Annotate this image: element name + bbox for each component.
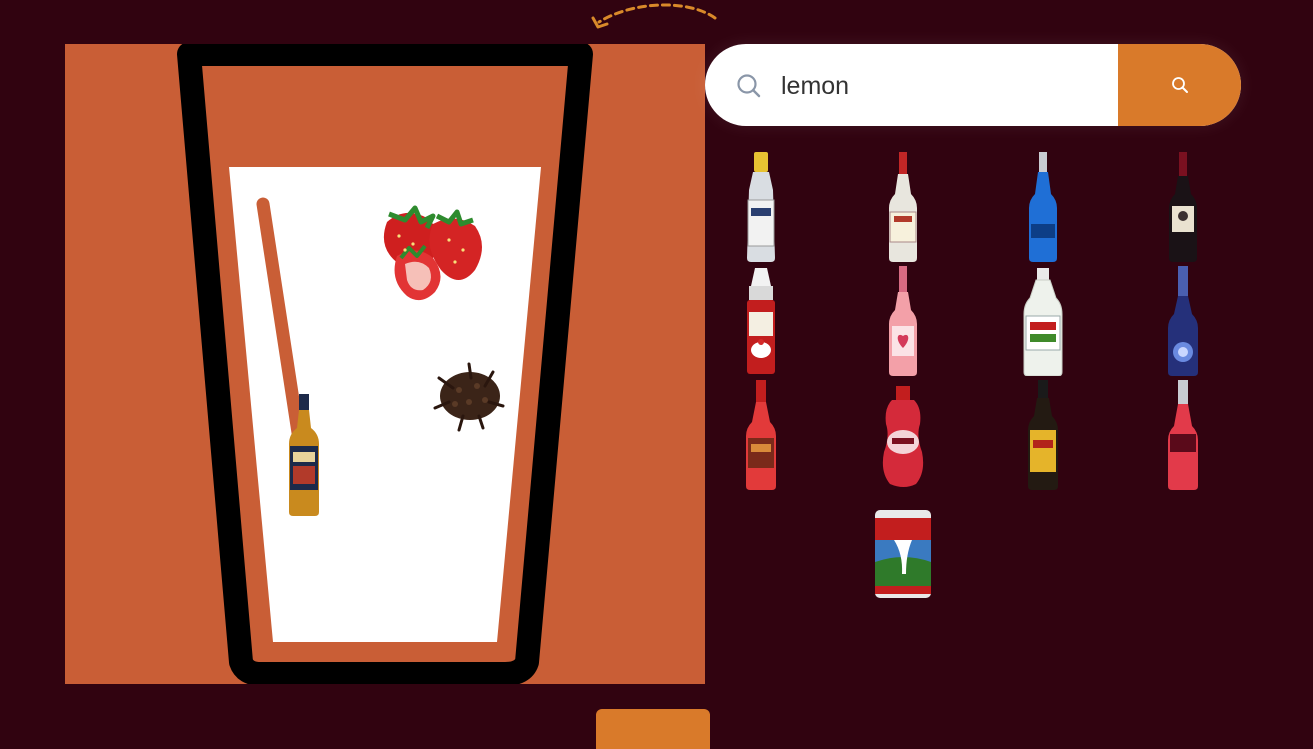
drink-canvas[interactable] (65, 44, 705, 684)
result-blue-curacao-bottle[interactable] (998, 150, 1088, 262)
result-whipped-cream-can[interactable] (716, 264, 806, 376)
result-vinegar-bottle[interactable] (998, 264, 1088, 376)
blue-liqueur-bottle-icon (1168, 266, 1198, 376)
cloves-ingredient[interactable] (429, 358, 511, 440)
strawberries-ingredient[interactable] (375, 200, 490, 305)
glass-illustration (177, 44, 593, 684)
red-syrup-bottle-icon (746, 380, 776, 490)
rose-wine-bottle-icon (889, 266, 917, 376)
condensed-milk-can-icon (875, 510, 931, 598)
blue-curacao-bottle-icon (1029, 152, 1057, 262)
search-icon (737, 74, 761, 98)
ingredient-search-bar (705, 44, 1241, 126)
coffee-liqueur-bottle-icon (1028, 380, 1058, 490)
mix-button[interactable] (596, 709, 710, 749)
strawberry-syrup-bottle-icon (882, 386, 924, 487)
result-red-syrup-bottle[interactable] (716, 378, 806, 490)
result-red-liqueur-bottle[interactable] (1138, 378, 1228, 490)
red-liqueur-bottle-icon (1168, 380, 1198, 490)
result-dark-liqueur-bottle[interactable] (1138, 150, 1228, 262)
clear-liqueur-bottle-icon (889, 152, 917, 262)
bitters-bottle-icon (747, 152, 775, 262)
result-coffee-liqueur-bottle[interactable] (998, 378, 1088, 490)
search-icon (1171, 77, 1188, 93)
whipped-cream-can-icon (747, 268, 775, 374)
result-bitters-bottle[interactable] (716, 150, 806, 262)
hint-arrow-icon (591, 3, 717, 29)
whisky-bottle-ingredient[interactable] (287, 394, 321, 516)
result-strawberry-syrup-bottle[interactable] (858, 378, 948, 490)
vinegar-bottle-icon (1023, 268, 1063, 376)
dark-liqueur-bottle-icon (1169, 152, 1197, 262)
search-button[interactable] (1118, 44, 1241, 126)
search-input[interactable] (779, 62, 1103, 110)
result-rose-wine-bottle[interactable] (858, 264, 948, 376)
result-condensed-milk-can[interactable] (858, 492, 948, 604)
result-blue-liqueur-bottle[interactable] (1138, 264, 1228, 376)
result-clear-liqueur-bottle[interactable] (858, 150, 948, 262)
